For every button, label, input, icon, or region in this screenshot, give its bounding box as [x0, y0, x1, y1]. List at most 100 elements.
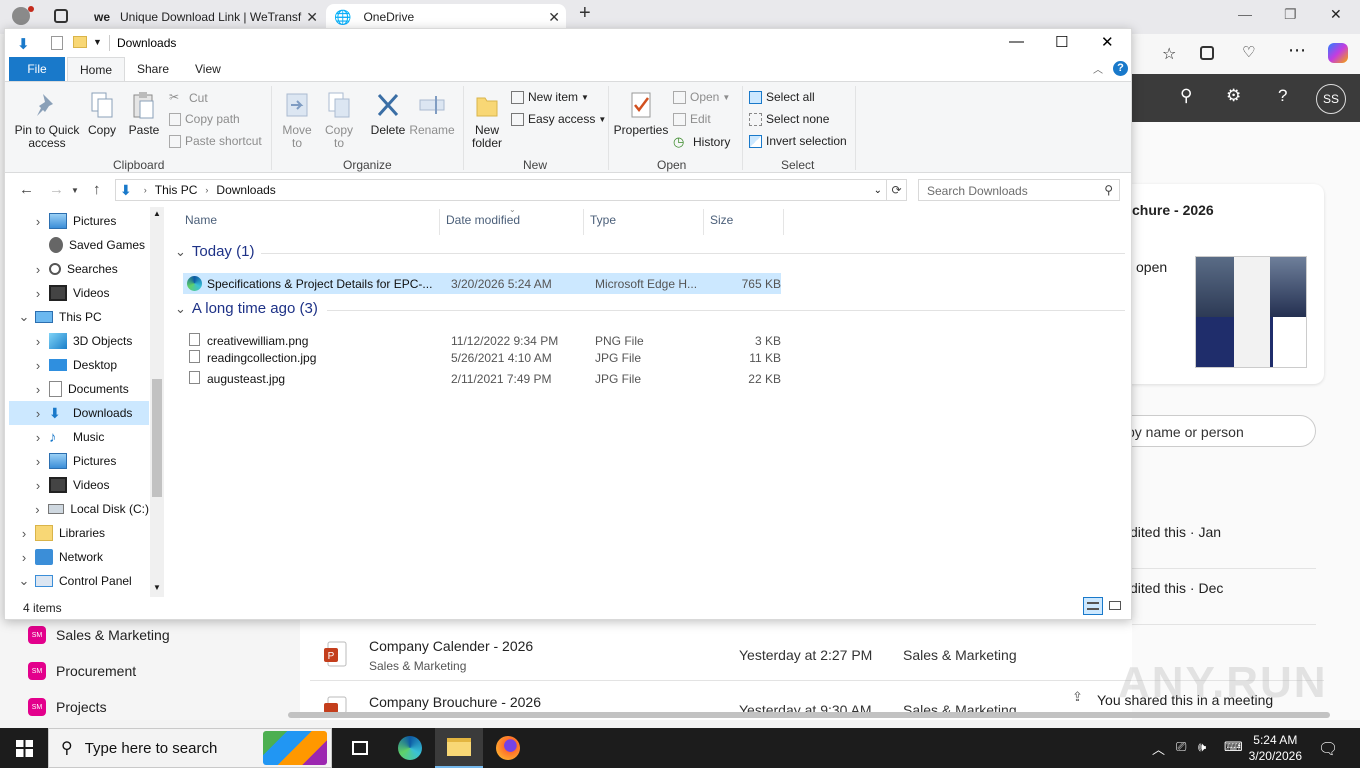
help-icon[interactable]: ? — [1113, 61, 1128, 76]
task-view-button[interactable] — [336, 728, 384, 768]
rename-button[interactable]: Rename — [409, 90, 455, 137]
site-procurement[interactable]: SM Procurement — [28, 662, 136, 680]
taskbar-firefox-button[interactable] — [484, 728, 532, 768]
maximize-button[interactable]: ☐ — [1055, 33, 1068, 51]
chevron-right-icon[interactable]: › — [31, 382, 45, 397]
browser-restore-button[interactable]: ❐ — [1284, 6, 1297, 23]
help-icon[interactable]: ? — [1278, 86, 1287, 106]
file-name[interactable]: Company Calender - 2026 — [369, 638, 533, 654]
collapse-ribbon-icon[interactable]: ︿ — [1093, 61, 1103, 76]
group-header[interactable]: ⌄ Today (1) — [175, 243, 254, 260]
taskbar-edge-button[interactable] — [386, 728, 434, 768]
browser-close-button[interactable]: ✕ — [1330, 6, 1342, 23]
paste-button[interactable]: Paste — [127, 90, 161, 137]
nav-item-pictures[interactable]: › Pictures — [9, 209, 149, 233]
new-folder-button[interactable]: New folder — [467, 90, 507, 150]
close-tab-icon[interactable]: ✕ — [306, 9, 318, 26]
invert-selection-button[interactable]: Invert selection — [749, 134, 847, 148]
volume-icon[interactable]: 🕪 — [1198, 739, 1206, 755]
file-row[interactable]: augusteast.jpg 2/11/2021 7:49 PM JPG File 2… — [183, 368, 781, 389]
copy-path-button[interactable]: Copy path — [169, 112, 240, 126]
properties-qat-icon[interactable] — [51, 36, 63, 50]
address-bar[interactable]: ⬇ › This PC › Downloads ⌄ — [115, 179, 887, 201]
nav-item-control-panel[interactable]: ⌄ Control Panel — [9, 569, 149, 593]
browser-minimize-button[interactable]: — — [1238, 6, 1252, 22]
nav-item-saved-games[interactable]: Saved Games — [9, 233, 149, 257]
chevron-right-icon[interactable]: › — [31, 478, 45, 493]
tab-actions-icon[interactable] — [54, 9, 68, 23]
scroll-thumb[interactable] — [152, 379, 162, 497]
copy-to-button[interactable]: Copy to — [321, 90, 357, 150]
new-item-button[interactable]: New item ▼ — [511, 90, 589, 104]
file-row[interactable]: readingcollection.jpg 5/26/2021 4:10 AM JP… — [183, 347, 781, 368]
column-type[interactable]: Type — [590, 213, 616, 227]
chevron-right-icon[interactable]: › — [31, 430, 45, 445]
address-dropdown-icon[interactable]: ⌄ — [874, 185, 882, 196]
windows-start-icon[interactable] — [16, 740, 33, 757]
column-date-modified[interactable]: Date modified — [446, 213, 520, 227]
nav-item-this-pc[interactable]: ⌄ This PC — [9, 305, 149, 329]
forward-button[interactable]: → — [49, 181, 64, 198]
search-input[interactable]: Search Downloads ⚲ — [918, 179, 1120, 201]
chevron-right-icon[interactable]: › — [17, 526, 31, 541]
details-view-button[interactable] — [1083, 597, 1103, 615]
history-button[interactable]: ◷ History — [673, 134, 730, 150]
up-button[interactable]: ↑ — [93, 181, 101, 198]
group-header[interactable]: ⌄ A long time ago (3) — [175, 300, 318, 317]
close-button[interactable]: ✕ — [1101, 33, 1114, 51]
back-button[interactable]: ← — [19, 181, 34, 198]
quick-access-down-icon[interactable]: ⬇ — [17, 35, 30, 53]
settings-icon[interactable]: ⚙ — [1226, 86, 1241, 106]
file-name[interactable]: Company Brouchure - 2026 — [369, 694, 541, 710]
select-all-button[interactable]: Select all — [749, 90, 815, 104]
nav-item-network[interactable]: › Network — [9, 545, 149, 569]
more-options-icon[interactable]: ⋯ — [1288, 40, 1306, 61]
copy-button[interactable]: Copy — [85, 90, 119, 137]
column-name[interactable]: Name — [185, 213, 217, 227]
card-open-link[interactable]: open — [1136, 259, 1167, 275]
scroll-down-icon[interactable]: ▼ — [153, 583, 161, 592]
breadcrumb-this-pc[interactable]: This PC — [155, 183, 198, 197]
delete-button[interactable]: Delete — [369, 90, 407, 137]
new-tab-button[interactable]: + — [579, 2, 591, 25]
network-icon[interactable]: ⎚ — [1176, 739, 1186, 755]
taskbar-file-explorer-button[interactable] — [435, 728, 483, 768]
close-tab-icon[interactable]: ✕ — [548, 9, 560, 26]
collections-icon[interactable] — [1200, 46, 1214, 60]
chevron-right-icon[interactable]: › — [31, 454, 45, 469]
nav-item-local-disk-c[interactable]: › Local Disk (C:) — [9, 497, 149, 521]
notifications-icon[interactable]: 🗨 — [1318, 739, 1338, 759]
refresh-button[interactable]: ⟳ — [887, 179, 907, 201]
tab-onedrive[interactable]: 🌐 OneDrive ✕ — [326, 4, 566, 30]
nav-item-videos[interactable]: › Videos — [9, 281, 149, 305]
chevron-down-icon[interactable]: ⌄ — [17, 309, 31, 325]
breadcrumb-downloads[interactable]: Downloads — [216, 183, 275, 197]
avatar[interactable]: SS — [1316, 84, 1346, 114]
easy-access-button[interactable]: Easy access ▼ — [511, 112, 606, 126]
chevron-right-icon[interactable]: › — [31, 334, 45, 349]
tab-wetransfer[interactable]: we Unique Download Link | WeTransf ✕ — [88, 4, 324, 30]
onedrive-filter-input[interactable]: by name or person — [1104, 415, 1316, 447]
nav-item-pictures[interactable]: › Pictures — [9, 449, 149, 473]
navigation-scrollbar[interactable]: ▲ ▼ — [150, 207, 164, 597]
nav-item-libraries[interactable]: › Libraries — [9, 521, 149, 545]
scroll-up-icon[interactable]: ▲ — [153, 209, 161, 218]
properties-button[interactable]: Properties — [613, 90, 669, 137]
tab-view[interactable]: View — [183, 57, 233, 81]
new-folder-qat-icon[interactable] — [73, 36, 87, 48]
nav-item-videos[interactable]: › Videos — [9, 473, 149, 497]
tab-share[interactable]: Share — [125, 57, 181, 81]
system-clock[interactable]: 5:24 AM 3/20/2026 — [1249, 732, 1302, 764]
chevron-right-icon[interactable]: › — [31, 502, 44, 517]
chevron-right-icon[interactable]: › — [31, 286, 45, 301]
large-icons-view-button[interactable] — [1107, 597, 1127, 615]
file-row[interactable]: Specifications & Project Details for EPC… — [183, 273, 781, 294]
minimize-button[interactable]: — — [1009, 33, 1024, 50]
nav-item-downloads[interactable]: › ⬇ Downloads — [9, 401, 149, 425]
chevron-down-icon[interactable]: ⌄ — [175, 244, 186, 260]
taskbar-search-box[interactable]: ⚲ Type here to search — [48, 728, 332, 768]
qat-dropdown-icon[interactable]: ▼ — [93, 37, 102, 47]
site-sales-marketing[interactable]: SM Sales & Marketing — [28, 626, 170, 644]
tab-file[interactable]: File — [9, 57, 65, 81]
copilot-icon[interactable] — [1328, 43, 1348, 63]
